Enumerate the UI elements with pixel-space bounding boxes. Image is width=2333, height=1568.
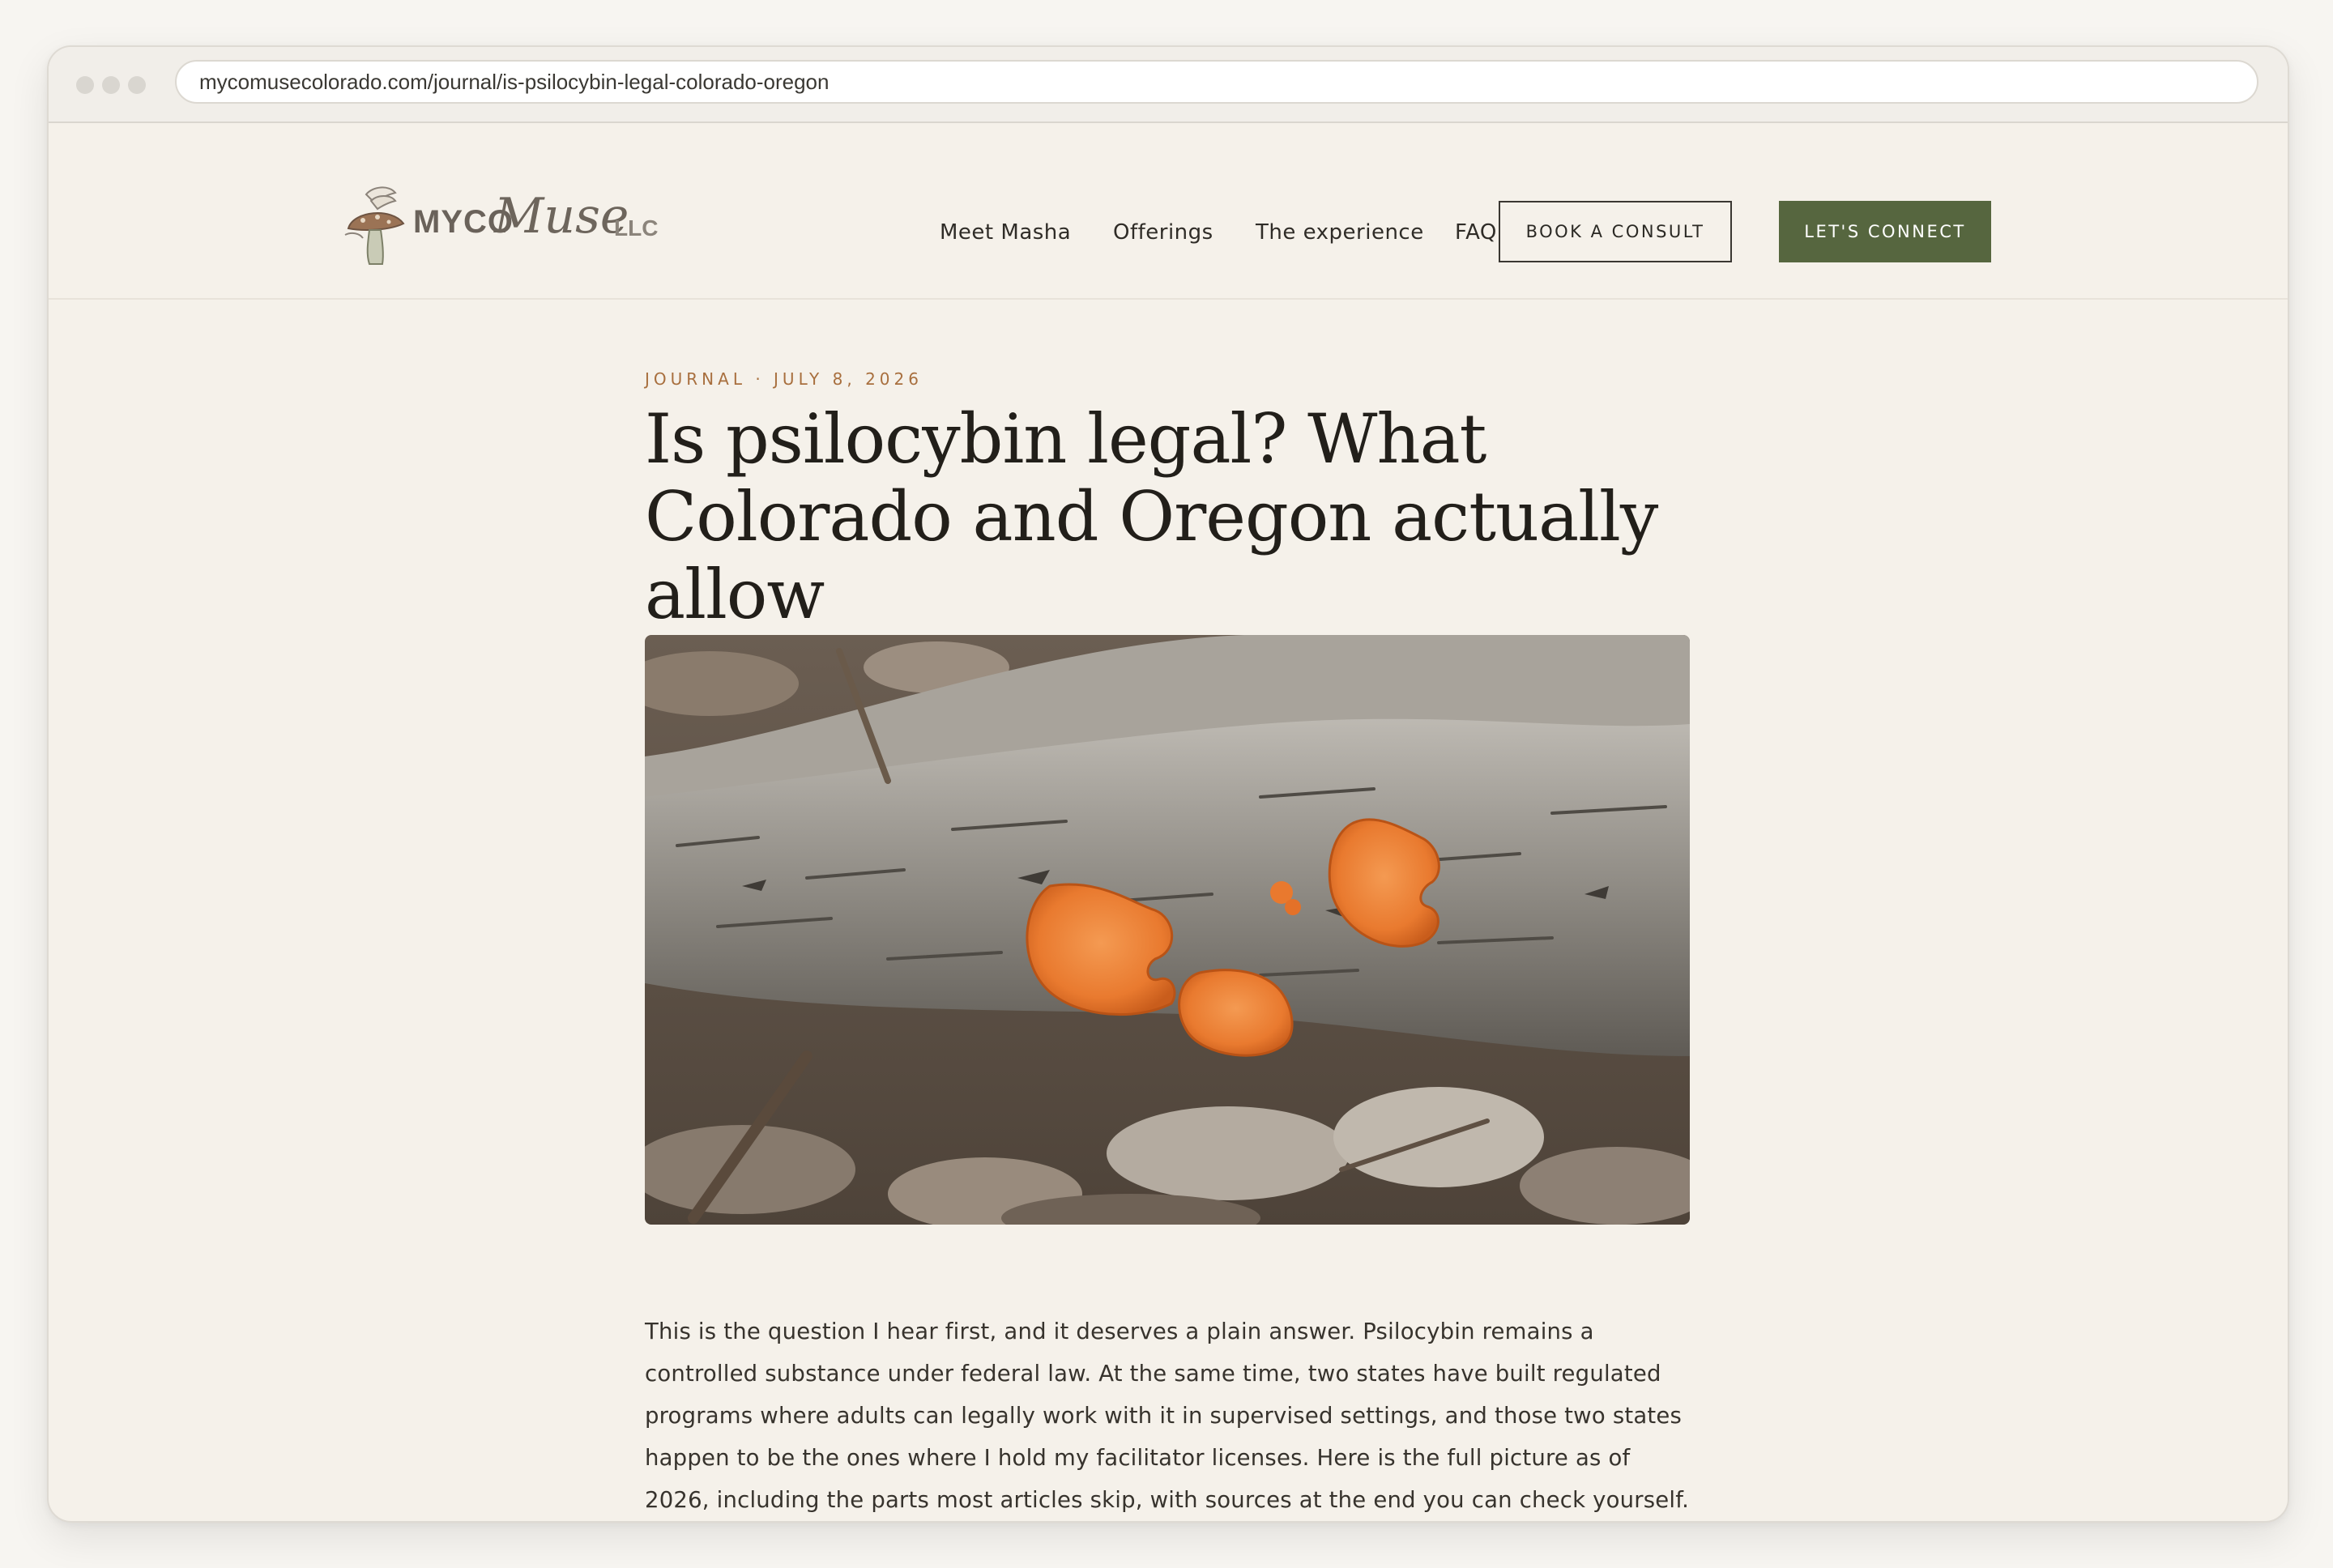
browser-chrome: mycomusecolorado.com/journal/is-psilocyb…	[49, 47, 2288, 123]
book-consult-button[interactable]: BOOK A CONSULT	[1499, 201, 1732, 262]
nav-link-the-experience[interactable]: The experience	[1256, 220, 1424, 245]
site-header: MYCO Muse LLC Meet Masha Offerings The e…	[49, 123, 2288, 300]
window-close-dot[interactable]	[76, 76, 94, 94]
nav-link-offerings[interactable]: Offerings	[1113, 220, 1213, 245]
nav-link-meet-masha[interactable]: Meet Masha	[940, 220, 1071, 245]
window-maximize-dot[interactable]	[128, 76, 146, 94]
address-bar[interactable]: mycomusecolorado.com/journal/is-psilocyb…	[175, 60, 2258, 104]
article-kicker: JOURNAL · JULY 8, 2026	[645, 369, 923, 389]
mushrooms-on-log-photo	[645, 635, 1690, 1225]
hero-image	[645, 635, 1690, 1225]
logo-suffix: LLC	[614, 215, 659, 241]
page-title: Is psilocybin legal? What Colorado and O…	[645, 399, 1658, 634]
address-bar-url: mycomusecolorado.com/journal/is-psilocyb…	[199, 70, 830, 94]
lets-connect-button[interactable]: LET'S CONNECT	[1779, 201, 1991, 262]
article-intro: This is the question I hear first, and i…	[645, 1319, 1690, 1513]
mushroom-icon	[344, 186, 405, 265]
window-minimize-dot[interactable]	[102, 76, 120, 94]
article-header: JOURNAL · JULY 8, 2026 Is psilocybin leg…	[645, 368, 1690, 633]
logo-script-word: Muse	[494, 188, 629, 245]
site-logo[interactable]: MYCO Muse LLC	[342, 186, 682, 269]
nav-link-faq[interactable]: FAQ	[1455, 220, 1497, 245]
browser-window: mycomusecolorado.com/journal/is-psilocyb…	[47, 45, 2289, 1523]
